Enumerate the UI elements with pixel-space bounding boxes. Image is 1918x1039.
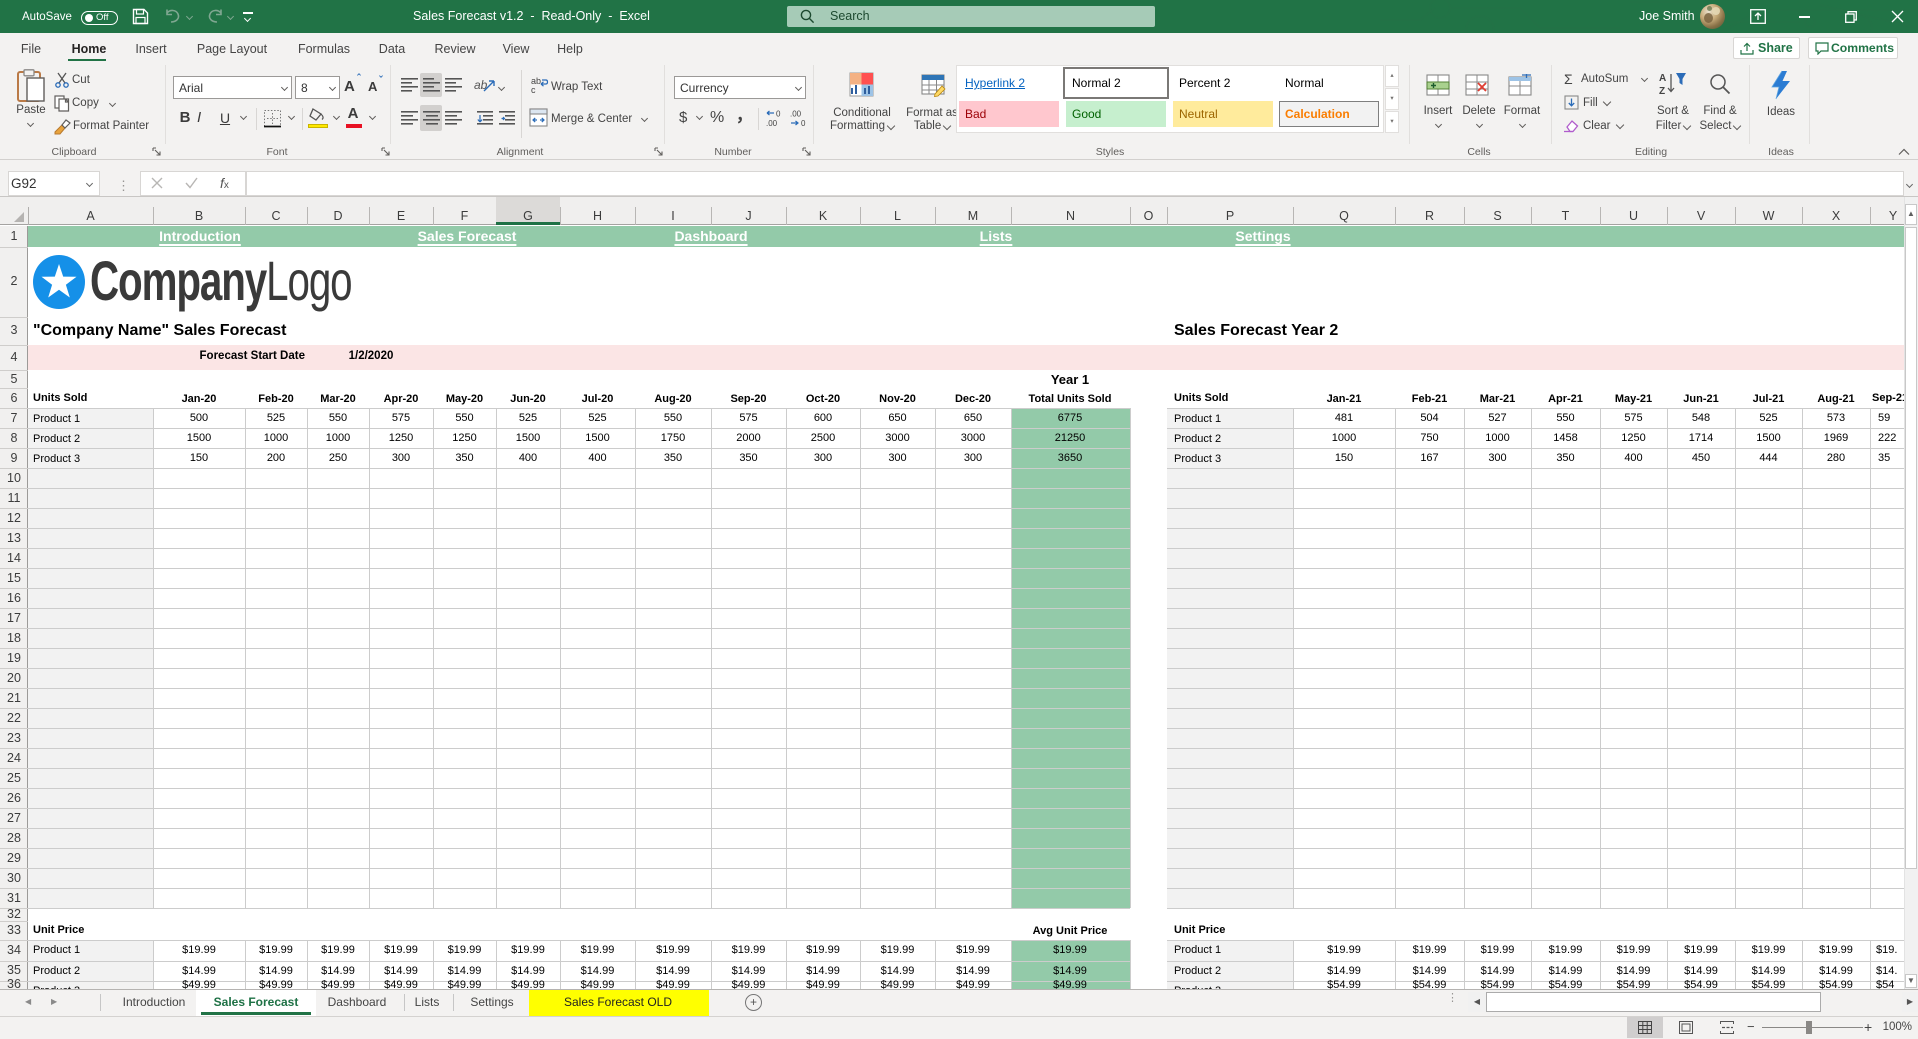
- svg-text:c: c: [531, 85, 536, 94]
- svg-text:A: A: [1659, 73, 1666, 84]
- svg-text:Z: Z: [1659, 86, 1665, 97]
- svg-text:.00: .00: [766, 119, 778, 128]
- svg-text:0: 0: [776, 110, 781, 119]
